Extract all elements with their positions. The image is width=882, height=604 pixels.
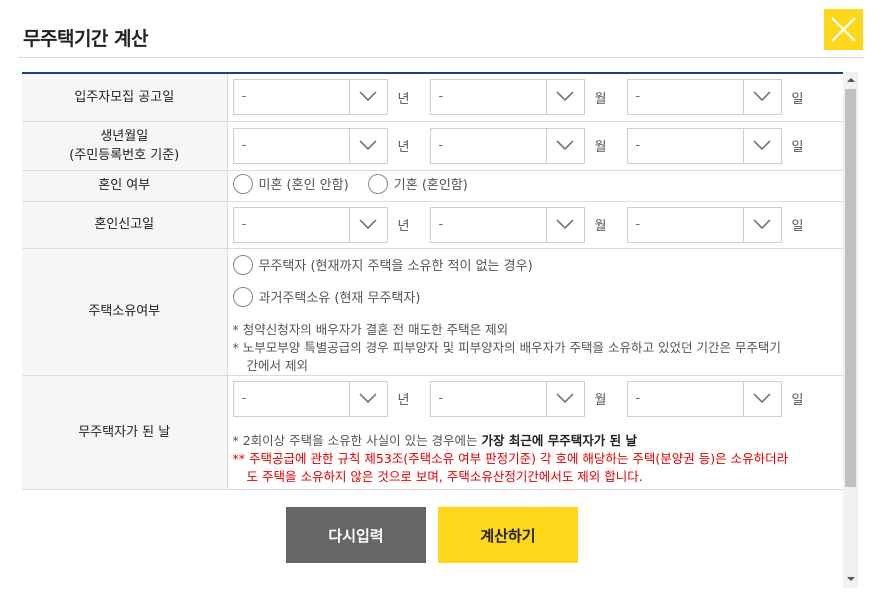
chevron-down-icon <box>752 91 771 102</box>
row-marriage-date: 혼인신고일 - 년 - 월 - 일 <box>22 201 843 249</box>
announce-date-label: 입주자모집 공고일 <box>22 73 228 122</box>
scroll-down-arrow-icon[interactable] <box>843 571 858 588</box>
chevron-down-icon <box>358 139 377 150</box>
homeless-note-2: ** 주택공급에 관한 규칙 제53조(주택소유 여부 판정기준) 각 호에 해… <box>233 450 844 486</box>
homeless-day-select[interactable]: - <box>626 380 782 417</box>
row-announce-date: 입주자모집 공고일 - 년 - 월 - 일 <box>22 73 843 122</box>
row-homeless-date: 무주택자가 된 날 - 년 - 월 - 일 * 2회이상 주택을 소유한 사실이… <box>22 375 844 490</box>
scroll-up-arrow-icon[interactable] <box>843 72 858 89</box>
homeless-date-label: 무주택자가 된 날 <box>22 375 228 490</box>
radio-single[interactable]: 미혼 (혼인 안함) <box>232 173 349 194</box>
birth-day-select[interactable]: - <box>626 127 782 164</box>
reset-button[interactable]: 다시입력 <box>286 507 426 563</box>
chevron-down-icon <box>555 392 574 403</box>
form-scroll-area: 입주자모집 공고일 - 년 - 월 - 일 생년월일 (주민등록번호 기준) - … <box>18 72 863 588</box>
ownership-note-2-line1: * 노부모부양 특별공급의 경우 피부양자 및 피부양자의 배우자가 주택을 소… <box>232 339 781 355</box>
day-unit: 일 <box>791 393 804 408</box>
year-unit: 년 <box>397 393 410 408</box>
day-unit: 일 <box>791 219 804 234</box>
radio-never-owned[interactable]: 무주택자 (현재까지 주택을 소유한 적이 없는 경우) <box>232 254 533 275</box>
homeless-year-select[interactable]: - <box>232 380 388 417</box>
ownership-note-2: * 노부모부양 특별공급의 경우 피부양자 및 피부양자의 배우자가 주택을 소… <box>233 339 844 375</box>
month-unit: 월 <box>594 91 607 107</box>
ownership-note-2-line2: 간에서 제외 <box>246 357 308 373</box>
radio-never-owned-label: 무주택자 (현재까지 주택을 소유한 적이 없는 경우) <box>258 259 533 274</box>
chevron-down-icon <box>555 218 574 229</box>
chevron-down-icon <box>752 218 771 229</box>
chevron-down-icon <box>358 91 377 102</box>
radio-past-owned[interactable]: 과거주택소유 (현재 무주택자) <box>232 286 421 307</box>
homeless-note-1-bold: 가장 최근에 무주택자가 된 날 <box>481 432 637 448</box>
birth-date-label: 생년월일 (주민등록번호 기준) <box>22 121 228 171</box>
announce-year-select[interactable]: - <box>232 79 388 116</box>
radio-circle[interactable] <box>232 286 253 307</box>
year-unit: 년 <box>397 91 410 107</box>
chevron-down-icon <box>555 139 574 150</box>
month-unit: 월 <box>594 140 607 155</box>
radio-past-owned-label: 과거주택소유 (현재 무주택자) <box>258 291 421 306</box>
ownership-label: 주택소유여부 <box>22 248 228 376</box>
day-unit: 일 <box>791 91 804 107</box>
ownership-note-1: * 청약신청자의 배우자가 결혼 전 매도한 주택은 제외 <box>232 321 509 337</box>
radio-circle[interactable] <box>367 173 388 194</box>
close-button[interactable] <box>824 9 863 50</box>
chevron-down-icon <box>752 139 771 150</box>
birth-date-label-line1: 생년월일 <box>100 128 149 144</box>
month-unit: 월 <box>594 393 607 408</box>
radio-married-label: 기혼 (혼인함) <box>393 178 468 193</box>
modal-title: 무주택기간 계산 <box>23 28 148 50</box>
year-unit: 년 <box>397 140 410 155</box>
marriage-year-select[interactable]: - <box>232 206 388 243</box>
marriage-month-select[interactable]: - <box>429 206 585 243</box>
row-birth-date: 생년월일 (주민등록번호 기준) - 년 - 월 - 일 <box>22 121 843 171</box>
month-unit: 월 <box>594 219 607 234</box>
row-marriage: 혼인 여부 미혼 (혼인 안함) 기혼 (혼인함) <box>22 170 843 202</box>
scroll-thumb[interactable] <box>845 89 856 487</box>
marriage-date-label: 혼인신고일 <box>22 201 228 249</box>
calc-form-table: 입주자모집 공고일 - 년 - 월 - 일 생년월일 (주민등록번호 기준) - … <box>22 72 843 490</box>
modal-header: 무주택기간 계산 <box>0 0 882 58</box>
row-ownership: 주택소유여부 무주택자 (현재까지 주택을 소유한 적이 없는 경우) 과거주택… <box>22 248 844 376</box>
chevron-down-icon <box>358 218 377 229</box>
radio-married[interactable]: 기혼 (혼인함) <box>367 173 468 194</box>
announce-month-select[interactable]: - <box>429 79 585 116</box>
homeless-note-2-line2: 도 주택을 소유하지 않은 것으로 보며, 주택소유산정기간에서도 제외 합니다… <box>246 468 643 484</box>
marriage-label: 혼인 여부 <box>22 170 228 202</box>
year-unit: 년 <box>397 219 410 234</box>
birth-year-select[interactable]: - <box>232 127 388 164</box>
homeless-note-2-line1: ** 주택공급에 관한 규칙 제53조(주택소유 여부 판정기준) 각 호에 해… <box>232 450 789 466</box>
radio-circle[interactable] <box>232 254 253 275</box>
chevron-down-icon <box>752 392 771 403</box>
chevron-down-icon <box>358 392 377 403</box>
birth-month-select[interactable]: - <box>429 127 585 164</box>
calculate-button[interactable]: 계산하기 <box>438 507 578 563</box>
day-unit: 일 <box>791 140 804 155</box>
announce-day-select[interactable]: - <box>626 79 782 116</box>
homeless-note-1: * 2회이상 주택을 소유한 사실이 있는 경우에는 가장 최근에 무주택자가 … <box>232 432 637 448</box>
chevron-down-icon <box>555 91 574 102</box>
vertical-scrollbar[interactable] <box>843 72 858 588</box>
radio-single-label: 미혼 (혼인 안함) <box>258 178 349 193</box>
radio-circle[interactable] <box>232 173 253 194</box>
marriage-day-select[interactable]: - <box>626 206 782 243</box>
homeless-month-select[interactable]: - <box>429 380 585 417</box>
close-icon <box>831 17 856 42</box>
birth-date-label-line2: (주민등록번호 기준) <box>69 147 180 163</box>
header-divider <box>18 57 864 58</box>
